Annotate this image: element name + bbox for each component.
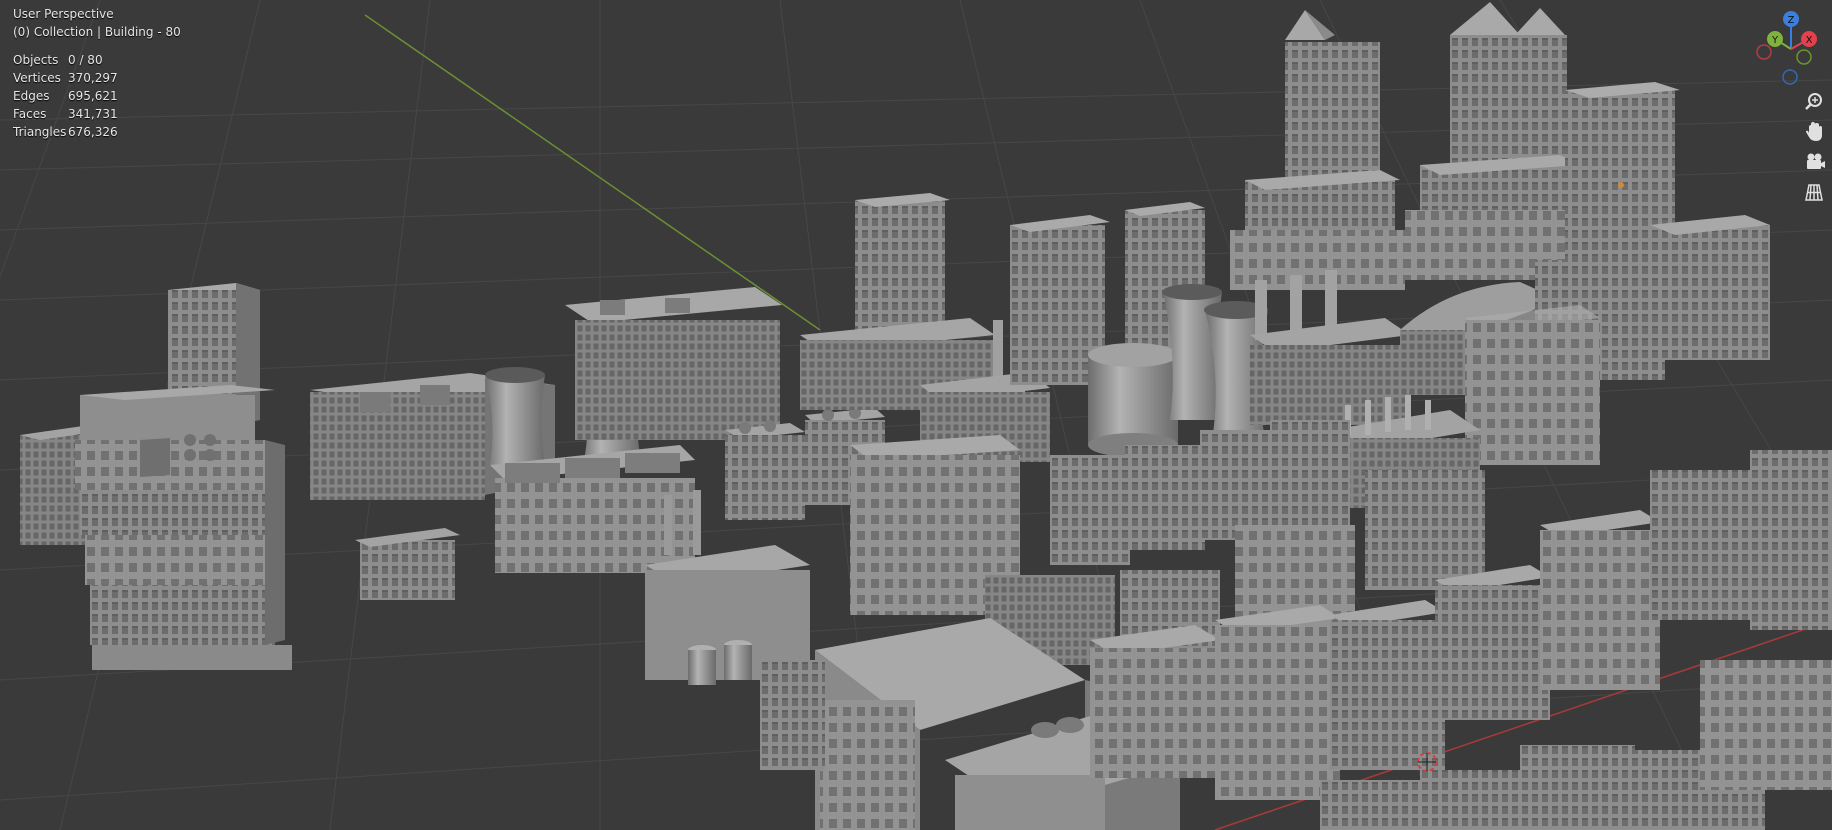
camera-view-button[interactable] bbox=[1800, 148, 1828, 176]
pan-button[interactable] bbox=[1800, 118, 1828, 146]
y-axis-label: Y bbox=[1771, 35, 1779, 46]
stat-row: Objects 0 / 80 bbox=[13, 51, 118, 69]
ortho-toggle-button[interactable] bbox=[1800, 178, 1828, 206]
stat-value: 341,731 bbox=[68, 107, 118, 121]
stat-value: 695,621 bbox=[68, 89, 118, 103]
grid-ortho-icon bbox=[1805, 184, 1823, 201]
collection-label: (0) Collection | Building - 80 bbox=[13, 25, 181, 39]
zoom-icon bbox=[1805, 93, 1822, 110]
scene-canvas[interactable] bbox=[0, 0, 1832, 830]
stat-row: Edges 695,621 bbox=[13, 87, 118, 105]
stat-label: Vertices bbox=[13, 71, 61, 85]
building-tall-mid-right[interactable] bbox=[1465, 305, 1600, 465]
tower-podium[interactable] bbox=[800, 193, 995, 410]
building-mid-block[interactable] bbox=[565, 287, 782, 440]
stat-label: Edges bbox=[13, 89, 50, 103]
stat-value: 0 / 80 bbox=[68, 53, 103, 67]
stat-label: Triangles bbox=[13, 125, 67, 139]
zoom-button[interactable] bbox=[1800, 88, 1828, 116]
x-axis-label: X bbox=[1806, 35, 1813, 46]
neg-x-axis-handle[interactable] bbox=[1756, 44, 1772, 60]
y-axis-line bbox=[364, 14, 821, 331]
perspective-label: User Perspective bbox=[13, 7, 114, 21]
stat-value: 676,326 bbox=[68, 125, 118, 139]
navigation-gizmo[interactable]: Z Y X bbox=[1745, 5, 1832, 90]
z-axis-label: Z bbox=[1788, 15, 1795, 26]
building-left-stepped[interactable] bbox=[20, 283, 292, 670]
neg-z-axis-handle[interactable] bbox=[1782, 69, 1798, 85]
neg-y-axis-handle[interactable] bbox=[1796, 49, 1812, 65]
stat-row: Vertices 370,297 bbox=[13, 69, 118, 87]
stat-row: Triangles 676,326 bbox=[13, 123, 118, 141]
3d-cursor[interactable] bbox=[1417, 752, 1437, 772]
camera-icon bbox=[1807, 153, 1825, 169]
scene-statistics: Objects 0 / 80 Vertices 370,297 Edges 695,6… bbox=[13, 51, 118, 141]
pan-hand-icon bbox=[1806, 122, 1822, 141]
3d-viewport[interactable]: User Perspective (0) Collection | Buildi… bbox=[0, 0, 1832, 830]
skyscraper-right-twin[interactable] bbox=[1405, 2, 1585, 280]
stat-label: Objects bbox=[13, 53, 59, 67]
skyscraper-left[interactable] bbox=[1230, 10, 1405, 290]
stat-label: Faces bbox=[13, 107, 47, 121]
stat-row: Faces 341,731 bbox=[13, 105, 118, 123]
viewport-header: User Perspective (0) Collection | Buildi… bbox=[13, 5, 181, 41]
stat-value: 370,297 bbox=[68, 71, 118, 85]
